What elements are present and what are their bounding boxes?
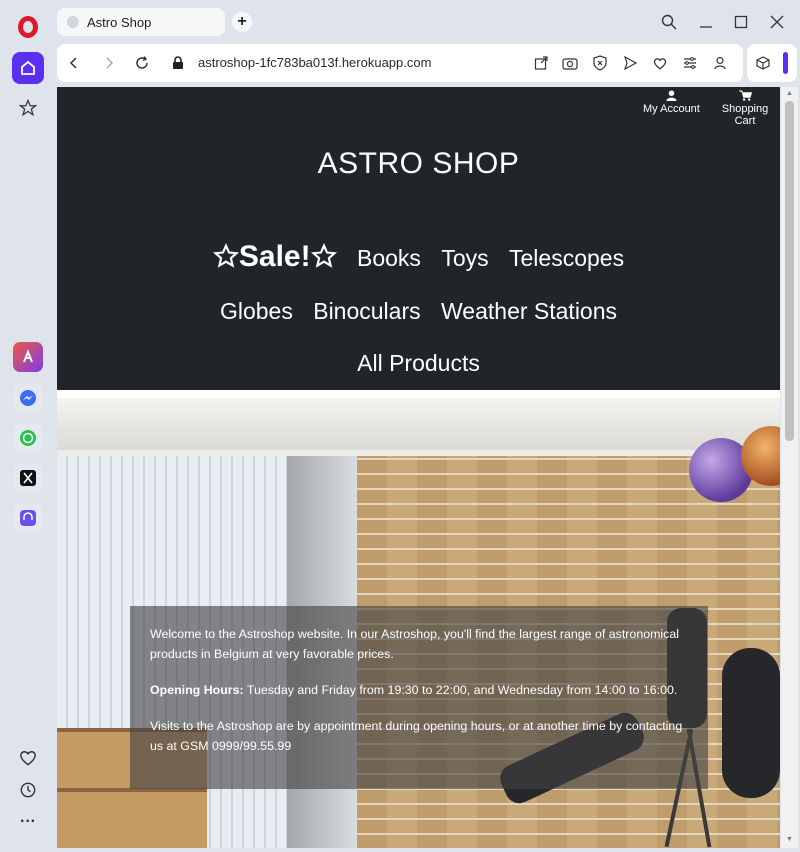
nav-all-products[interactable]: All Products (357, 350, 480, 376)
sidebar-toggle[interactable] (783, 52, 788, 74)
star-icon (212, 243, 239, 268)
nav-books[interactable]: Books (357, 245, 421, 271)
profile-icon[interactable] (710, 53, 730, 73)
star-icon (310, 243, 337, 268)
nav-globes[interactable]: Globes (220, 298, 293, 324)
music-icon[interactable] (13, 503, 43, 533)
scroll-up-icon[interactable]: ▲ (785, 90, 794, 98)
close-window-icon[interactable] (766, 11, 788, 33)
opening-hours-text: Tuesday and Friday from 19:30 to 22:00, … (243, 683, 678, 697)
history-icon[interactable] (12, 774, 44, 806)
scroll-down-icon[interactable]: ▼ (785, 836, 794, 844)
tab-favicon-icon (67, 16, 79, 28)
share-icon[interactable] (531, 53, 551, 73)
nav-telescopes[interactable]: Telescopes (509, 245, 624, 271)
nav-binoculars[interactable]: Binoculars (313, 298, 420, 324)
extensions-icon[interactable] (753, 53, 773, 73)
nav-toys[interactable]: Toys (441, 245, 488, 271)
shopping-cart-link[interactable]: Shopping Cart (710, 90, 780, 127)
visits-text: Visits to the Astroshop are by appointme… (150, 719, 683, 753)
hero-image: Welcome to the Astroshop website. In our… (57, 398, 780, 848)
site-header: My Account Shopping Cart ASTRO SHOP Sale… (57, 87, 780, 390)
telescope-mount (722, 648, 780, 798)
home-icon[interactable] (12, 52, 44, 84)
bookmark-heart-icon[interactable] (650, 53, 670, 73)
browser-sidebar: ··· (0, 0, 56, 852)
x-icon[interactable] (13, 463, 43, 493)
url-input[interactable]: astroshop-1fc783ba013f.herokuapp.com (198, 55, 431, 70)
welcome-panel: Welcome to the Astroshop website. In our… (130, 606, 708, 789)
welcome-text: Welcome to the Astroshop website. In our… (150, 627, 680, 661)
heart-icon[interactable] (12, 742, 44, 774)
reload-icon[interactable] (132, 53, 152, 73)
nav-row-1: Sale! Books Toys Telescopes (57, 240, 780, 274)
nav-row-3: All Products (57, 350, 780, 377)
nav-row-2: Globes Binoculars Weather Stations (57, 298, 780, 325)
cart-icon (738, 90, 752, 101)
address-bar: astroshop-1fc783ba013f.herokuapp.com (57, 44, 743, 82)
nav-weather-stations[interactable]: Weather Stations (441, 298, 617, 324)
nav-sale[interactable]: Sale! (212, 240, 343, 273)
my-account-link[interactable]: My Account (643, 90, 700, 115)
search-tabs-icon[interactable] (658, 11, 680, 33)
easy-setup-icon[interactable] (680, 53, 700, 73)
shopping-cart-label: Shopping Cart (721, 103, 769, 127)
my-account-label: My Account (643, 103, 700, 115)
page-viewport: My Account Shopping Cart ASTRO SHOP Sale… (57, 87, 780, 848)
more-icon[interactable]: ··· (12, 806, 44, 838)
minimize-icon[interactable] (695, 11, 717, 33)
messenger-icon[interactable] (13, 383, 43, 413)
page-scrollbar[interactable]: ▲ ▼ (781, 87, 798, 848)
browser-tab[interactable]: Astro Shop (57, 8, 225, 36)
adblock-icon[interactable] (590, 53, 610, 73)
opening-hours-label: Opening Hours: (150, 683, 244, 697)
ceiling (57, 398, 780, 450)
camera-icon[interactable] (560, 53, 580, 73)
aria-icon[interactable] (13, 342, 43, 372)
scroll-thumb[interactable] (785, 101, 794, 441)
lock-icon[interactable] (168, 53, 188, 73)
extensions-panel (747, 44, 797, 82)
new-tab-button[interactable]: + (232, 12, 252, 32)
account-icon (666, 90, 677, 101)
opera-logo-icon[interactable] (18, 16, 38, 38)
whatsapp-icon[interactable] (13, 423, 43, 453)
maximize-icon[interactable] (730, 11, 752, 33)
ceiling-edge (57, 450, 780, 456)
nav-sale-label: Sale! (238, 240, 311, 273)
star-icon[interactable] (12, 92, 44, 124)
site-title[interactable]: ASTRO SHOP (57, 147, 780, 181)
tab-title: Astro Shop (87, 14, 152, 30)
send-icon[interactable] (620, 53, 640, 73)
opening-hours: Opening Hours: Tuesday and Friday from 1… (150, 680, 688, 700)
forward-icon[interactable] (99, 53, 119, 73)
back-icon[interactable] (64, 53, 84, 73)
